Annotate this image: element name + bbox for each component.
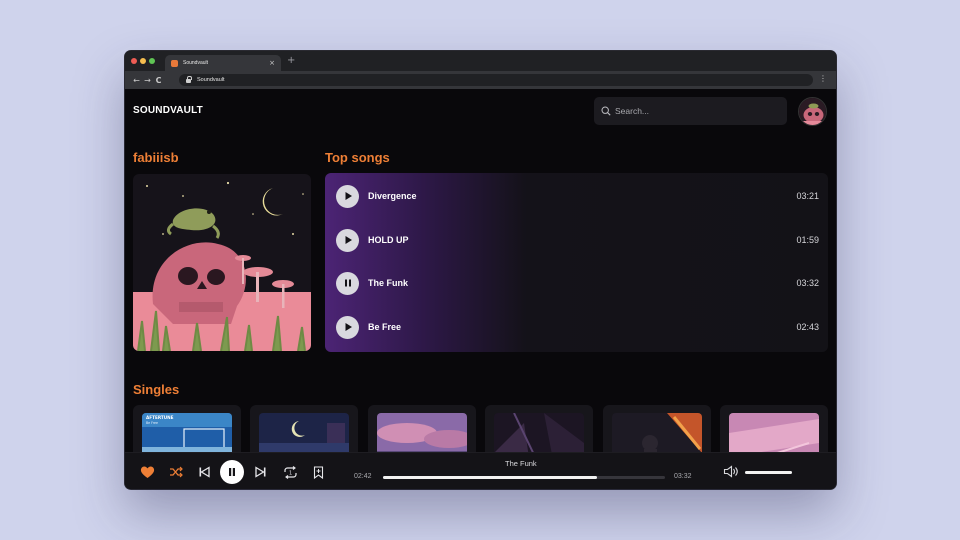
search-box[interactable] [594, 97, 787, 125]
pause-icon [344, 279, 351, 287]
song-duration: 03:32 [796, 278, 819, 288]
pause-main-button[interactable] [220, 460, 244, 484]
minimize-window-dot[interactable] [140, 58, 146, 64]
singles-row: AFTERTUNE Be Free [133, 405, 833, 465]
song-duration: 02:43 [796, 322, 819, 332]
single-sub: Be Free [146, 421, 158, 425]
singles-title: Singles [133, 382, 180, 397]
play-button[interactable] [336, 228, 359, 252]
search-input[interactable] [615, 106, 775, 116]
play-icon [345, 236, 352, 244]
progress-fill [383, 476, 598, 479]
maximize-window-dot[interactable] [149, 58, 155, 64]
favicon-icon [171, 59, 178, 67]
song-row[interactable]: Be Free 02:43 [325, 312, 828, 342]
volume-icon [723, 464, 738, 478]
browser-tabbar: Soundvault × + [125, 51, 836, 71]
song-duration: 01:59 [796, 235, 819, 245]
close-window-dot[interactable] [131, 58, 137, 64]
app-logo[interactable]: SOUNDVAULT [133, 105, 203, 116]
top-songs-list: Divergence 03:21 HOLD UP 01:59 The Funk … [325, 173, 828, 352]
song-row[interactable]: The Funk 03:32 [325, 268, 828, 298]
progress-slider[interactable] [383, 476, 665, 479]
now-playing-title: The Funk [505, 459, 537, 468]
app-main: SOUNDVAULT fabiiisb Top songs [125, 89, 836, 489]
artist-cover-image[interactable] [133, 174, 311, 351]
volume-slider[interactable] [745, 471, 792, 474]
skip-back-icon [199, 466, 210, 478]
repeat-button[interactable]: 1 [281, 463, 299, 481]
skip-forward-icon [255, 466, 266, 478]
search-icon [601, 106, 611, 116]
forward-icon[interactable]: → [142, 76, 153, 85]
repeat-one-icon: 1 [283, 465, 297, 479]
lock-icon [186, 76, 192, 83]
volume-fill [745, 471, 792, 474]
single-label: AFTERTUNE [146, 415, 174, 420]
like-button[interactable] [138, 463, 156, 481]
song-title: Divergence [368, 191, 417, 201]
player-bar: 1 The Funk 02:42 03:32 [125, 452, 836, 489]
volume-button[interactable] [722, 462, 740, 480]
play-icon [345, 323, 352, 331]
song-title: HOLD UP [368, 235, 409, 245]
url-field[interactable]: Soundvault [179, 74, 813, 86]
song-row[interactable]: Divergence 03:21 [325, 181, 828, 211]
song-title: The Funk [368, 278, 408, 288]
bookmark-plus-icon [313, 465, 323, 479]
browser-address-bar: ← → C Soundvault ⋮ [125, 71, 836, 89]
play-button[interactable] [336, 315, 359, 339]
previous-button[interactable] [195, 463, 213, 481]
svg-text:1: 1 [289, 470, 292, 476]
elapsed-time: 02:42 [354, 473, 372, 480]
tab-title: Soundvault [183, 60, 209, 66]
back-icon[interactable]: ← [131, 76, 142, 85]
song-row[interactable]: HOLD UP 01:59 [325, 225, 828, 255]
browser-window: Soundvault × + ← → C Soundvault ⋮ SOUNDV… [125, 51, 836, 489]
add-to-playlist-button[interactable] [309, 463, 327, 481]
tab-close-icon[interactable]: × [269, 59, 275, 67]
next-button[interactable] [252, 463, 270, 481]
song-duration: 03:21 [796, 191, 819, 201]
shuffle-icon [170, 466, 183, 478]
browser-tab[interactable]: Soundvault × [165, 55, 281, 71]
top-songs-title: Top songs [325, 150, 390, 165]
pause-icon [229, 468, 235, 476]
pause-button[interactable] [336, 271, 359, 295]
shuffle-button[interactable] [167, 463, 185, 481]
play-icon [345, 192, 352, 200]
new-tab-icon[interactable]: + [287, 55, 295, 67]
play-button[interactable] [336, 184, 359, 208]
browser-menu-icon[interactable]: ⋮ [819, 75, 827, 83]
total-time: 03:32 [674, 473, 692, 480]
window-controls [131, 58, 155, 64]
artist-name[interactable]: fabiiisb [133, 150, 179, 165]
url-text: Soundvault [197, 77, 225, 83]
avatar[interactable] [798, 97, 827, 126]
heart-icon [140, 466, 154, 478]
reload-icon[interactable]: C [153, 76, 164, 85]
song-title: Be Free [368, 322, 402, 332]
